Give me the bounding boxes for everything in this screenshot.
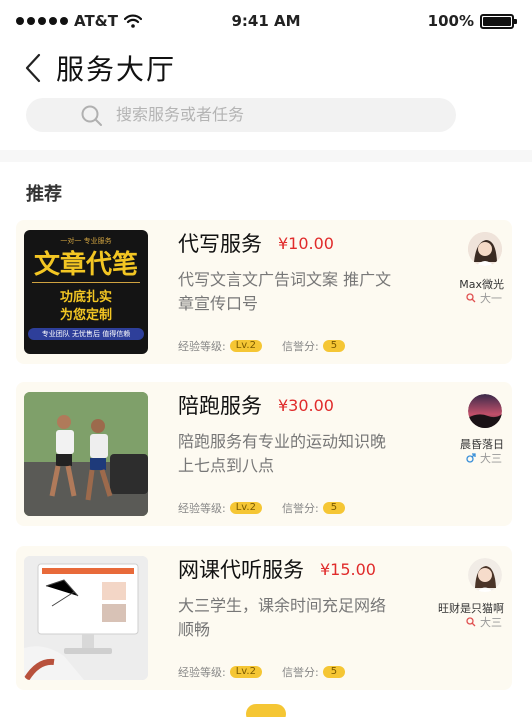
service-meta: 经验等级: Lv.2 信誉分: 5 xyxy=(178,664,346,680)
battery-percent: 100% xyxy=(427,12,474,30)
search-placeholder: 搜索服务或者任务 xyxy=(116,105,245,124)
avatar[interactable] xyxy=(468,232,502,266)
service-title: 网课代听服务 xyxy=(178,558,304,582)
level-badge: Lv.2 xyxy=(229,340,262,352)
back-chevron-icon[interactable] xyxy=(22,52,44,84)
service-description: 代写文言文广告词文案 推广文章宣传口号 xyxy=(178,270,392,313)
grade-label: 大一 xyxy=(480,292,502,305)
user-grade: 大一 xyxy=(466,290,502,306)
thumb-line2: 为您定制 xyxy=(59,308,112,323)
service-thumbnail xyxy=(24,556,148,680)
page-title: 服务大厅 xyxy=(56,53,177,86)
floating-action-button[interactable] xyxy=(246,704,286,717)
battery-icon xyxy=(480,13,517,29)
service-card[interactable]: 网课代听服务 ¥15.00 大三学生，课余时间充足网络顺畅 经验等级: Lv.2… xyxy=(16,546,512,690)
credit-label: 信誉分: xyxy=(281,502,319,515)
service-meta: 经验等级: Lv.2 信誉分: 5 xyxy=(178,500,346,516)
credit-badge: 5 xyxy=(322,502,346,514)
grade-label: 大三 xyxy=(480,616,502,629)
service-card[interactable]: 陪跑服务 ¥30.00 陪跑服务有专业的运动知识晚上七点到八点 经验等级: Lv… xyxy=(16,382,512,526)
avatar[interactable] xyxy=(468,394,502,428)
section-title: 推荐 xyxy=(26,184,62,205)
level-label: 经验等级: xyxy=(178,340,226,353)
service-description: 大三学生，课余时间充足网络顺畅 xyxy=(178,596,387,639)
user-grade: 大三 xyxy=(466,614,502,630)
service-price: ¥15.00 xyxy=(320,560,376,579)
credit-label: 信誉分: xyxy=(281,666,319,679)
grade-label: 大三 xyxy=(480,452,502,465)
female-icon xyxy=(466,293,476,303)
level-label: 经验等级: xyxy=(178,666,226,679)
service-meta: 经验等级: Lv.2 信誉分: 5 xyxy=(178,338,346,354)
service-thumbnail xyxy=(24,392,148,516)
level-label: 经验等级: xyxy=(178,502,226,515)
credit-badge: 5 xyxy=(322,340,346,352)
page-header: 服务大厅 xyxy=(0,44,532,92)
user-grade: 大三 xyxy=(466,450,502,466)
female-icon xyxy=(466,617,476,627)
search-icon xyxy=(81,105,102,126)
status-right: 100% xyxy=(427,12,517,30)
service-price: ¥30.00 xyxy=(278,396,334,415)
section-divider xyxy=(0,150,532,162)
service-title: 代写服务 xyxy=(178,232,262,256)
service-card[interactable]: 一对一 专业服务 文章代笔 功底扎实 为您定制 专业团队 无忧售后 值得信赖 代… xyxy=(16,220,512,364)
level-badge: Lv.2 xyxy=(229,666,262,678)
credit-label: 信誉分: xyxy=(281,340,319,353)
credit-badge: 5 xyxy=(322,666,346,678)
thumb-headline: 文章代笔 xyxy=(33,250,138,280)
service-title: 陪跑服务 xyxy=(178,394,262,418)
thumb-footer: 专业团队 无忧售后 值得信赖 xyxy=(28,328,144,340)
male-icon xyxy=(466,453,476,463)
service-description: 陪跑服务有专业的运动知识晚上七点到八点 xyxy=(178,432,387,475)
status-bar: AT&T 9:41 AM 100% xyxy=(0,0,532,44)
search-input[interactable]: 搜索服务或者任务 xyxy=(26,98,456,132)
service-price: ¥10.00 xyxy=(278,234,334,253)
avatar[interactable] xyxy=(468,558,502,592)
service-thumbnail: 一对一 专业服务 文章代笔 功底扎实 为您定制 专业团队 无忧售后 值得信赖 xyxy=(24,230,148,354)
thumb-line1: 功底扎实 xyxy=(59,290,112,305)
level-badge: Lv.2 xyxy=(229,502,262,514)
